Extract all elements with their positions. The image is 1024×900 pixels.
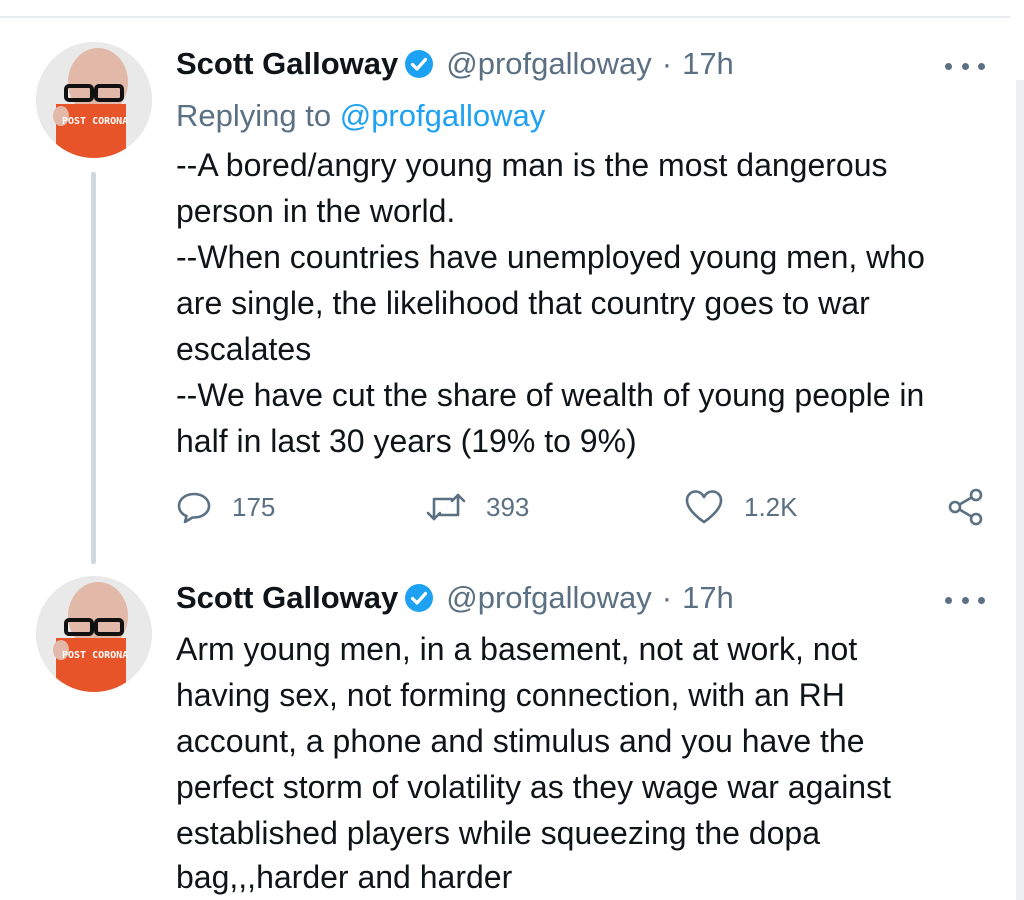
avatar-book-label: POST CORONA	[62, 116, 129, 127]
tweet-actions: 175 393 1.2K	[176, 482, 996, 532]
tweet-text-line: perfect storm of volatility as they wage…	[176, 769, 891, 805]
like-count: 1.2K	[744, 491, 798, 522]
author-handle[interactable]: @profgalloway	[446, 46, 652, 82]
tweet[interactable]: POST CORONA Scott Galloway @profgalloway…	[0, 0, 1010, 564]
tweet-text-line: bag,,,harder and harder	[176, 859, 513, 895]
author-handle[interactable]: @profgalloway	[446, 580, 652, 616]
tweet-header: Scott Galloway @profgalloway · 17h	[176, 576, 734, 620]
verified-badge-icon	[404, 49, 434, 79]
avatar-image	[36, 42, 152, 158]
retweet-button[interactable]: 393	[426, 482, 529, 532]
share-button[interactable]	[946, 482, 986, 532]
replying-to: Replying to @profgalloway	[176, 98, 545, 134]
tweet-text-line: escalates	[176, 331, 312, 367]
scrollbar-track[interactable]	[1016, 80, 1024, 900]
avatar[interactable]: POST CORONA	[36, 42, 152, 158]
replying-to-label: Replying to	[176, 98, 332, 133]
tweet-text-line: account, a phone and stimulus and you ha…	[176, 723, 865, 759]
avatar-image	[36, 576, 152, 692]
retweet-icon	[426, 493, 466, 521]
tweet-header: Scott Galloway @profgalloway · 17h	[176, 42, 734, 86]
tweet-text-line: --We have cut the share of wealth of you…	[176, 377, 925, 413]
retweet-count: 393	[486, 491, 530, 522]
verified-badge-icon	[404, 583, 434, 613]
author-name[interactable]: Scott Galloway	[176, 46, 398, 82]
tweet-text-line: --A bored/angry young man is the most da…	[176, 147, 888, 183]
author-name[interactable]: Scott Galloway	[176, 580, 398, 616]
tweet-text-line: half in last 30 years (19% to 9%)	[176, 423, 637, 459]
tweet-text-line: person in the world.	[176, 193, 456, 229]
reply-mention-link[interactable]: @profgalloway	[340, 98, 546, 133]
separator-dot: ·	[661, 46, 673, 81]
tweet-text-line: established players while squeezing the …	[176, 815, 820, 851]
share-icon	[948, 488, 983, 526]
separator-dot: ·	[661, 580, 673, 615]
avatar[interactable]: POST CORONA	[36, 576, 152, 692]
reply-count: 175	[232, 491, 276, 522]
tweet-text-line: having sex, not forming connection, with…	[176, 677, 845, 713]
tweet[interactable]: POST CORONA Scott Galloway @profgalloway…	[0, 560, 1010, 900]
reply-button[interactable]: 175	[176, 482, 275, 532]
like-button[interactable]: 1.2K	[684, 482, 798, 532]
tweet-text-line: Arm young men, in a basement, not at wor…	[176, 631, 858, 667]
tweet-text-line: --When countries have unemployed young m…	[176, 239, 925, 275]
heart-icon	[685, 490, 723, 524]
tweet-timestamp[interactable]: 17h	[682, 46, 734, 82]
tweet-text-line: are single, the likelihood that country …	[176, 285, 870, 321]
thread-connector-line	[91, 172, 96, 564]
more-horizontal-icon[interactable]	[945, 590, 985, 610]
more-horizontal-icon[interactable]	[945, 56, 985, 76]
avatar-book-label: POST CORONA	[62, 650, 129, 661]
reply-icon	[177, 492, 211, 524]
tweet-timestamp[interactable]: 17h	[682, 580, 734, 616]
